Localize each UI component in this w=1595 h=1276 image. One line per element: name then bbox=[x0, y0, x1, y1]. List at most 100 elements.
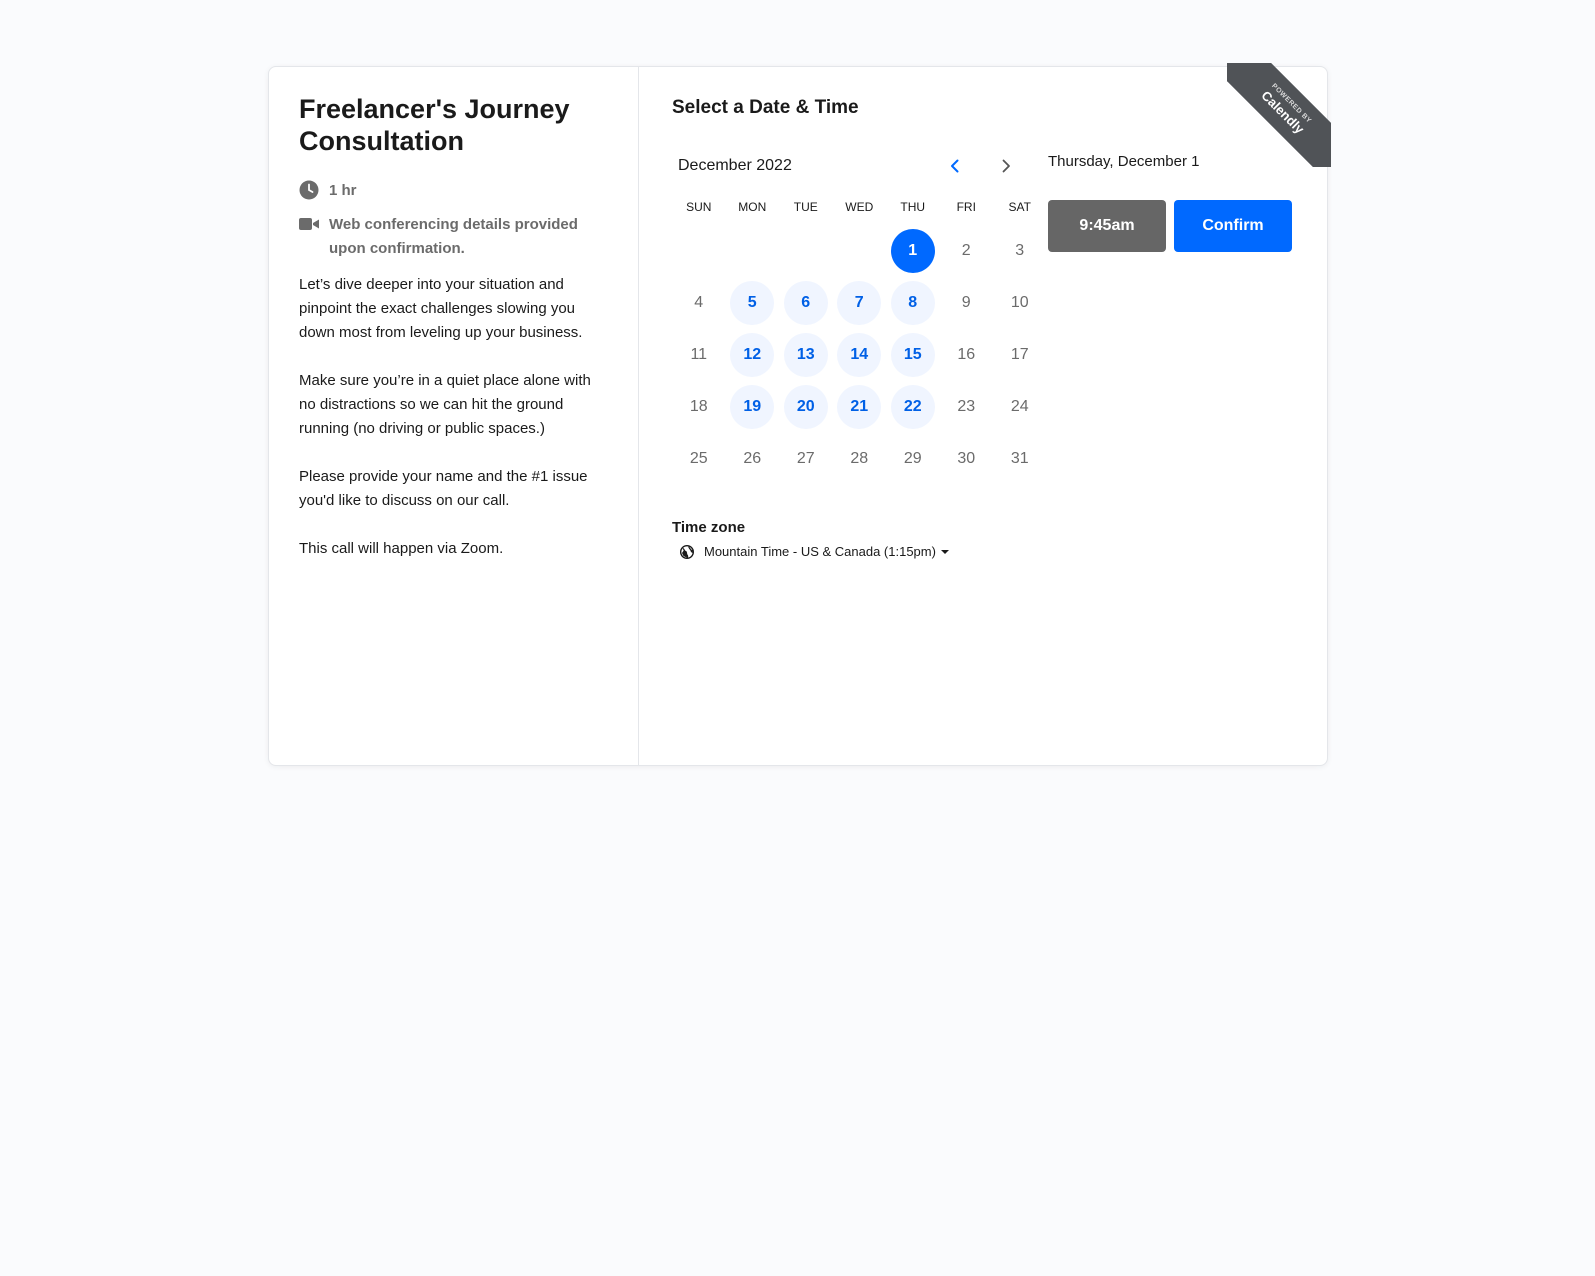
calendar-cell: 17 bbox=[993, 329, 1047, 381]
calendar-day-available[interactable]: 14 bbox=[837, 333, 882, 377]
calendar-day-unavailable: 9 bbox=[961, 294, 971, 311]
calendar: December 2022 SUN MON TUE WED THU FRI SAT 1234… bbox=[672, 157, 1031, 485]
calendar-cell: 10 bbox=[993, 277, 1047, 329]
confirm-button[interactable]: Confirm bbox=[1174, 200, 1292, 252]
calendar-cell: 11 bbox=[672, 329, 726, 381]
calendar-empty-cell bbox=[833, 225, 887, 277]
calendar-cell: 20 bbox=[779, 381, 833, 433]
next-month-button[interactable] bbox=[991, 151, 1021, 181]
calendar-cell: 30 bbox=[940, 433, 994, 485]
calendar-days: 1 2 3 4 5 6 7 8 9 10 11 12 13 14 15 16 17 18 19 20 21 22 23 24 2… bbox=[672, 225, 1029, 485]
booking-card: Freelancer's Journey Consultation 1 hr W… bbox=[268, 63, 1331, 766]
calendar-day-unavailable: 29 bbox=[903, 450, 922, 467]
weekday-header: SUN MON TUE WED THU FRI SAT bbox=[672, 197, 1031, 217]
calendar-day-available[interactable]: 13 bbox=[783, 333, 828, 377]
powered-by-calendly-ribbon[interactable]: POWERED BY Calendly bbox=[1227, 63, 1331, 167]
timezone-value: Mountain Time - US & Canada (1:15pm) bbox=[704, 544, 936, 559]
calendar-cell: 1 bbox=[886, 225, 940, 277]
calendar-day-available[interactable]: 12 bbox=[730, 333, 775, 377]
weekday-label: SUN bbox=[686, 200, 712, 214]
calendar-empty-cell bbox=[672, 225, 726, 277]
calendar-cell: 24 bbox=[993, 381, 1047, 433]
calendar-cell: 29 bbox=[886, 433, 940, 485]
event-description: Let’s dive deeper into your situation an… bbox=[299, 273, 608, 561]
caret-down-icon bbox=[940, 549, 949, 554]
calendar-day-available[interactable]: 22 bbox=[890, 385, 935, 429]
calendar-cell: 28 bbox=[833, 433, 887, 485]
calendar-day-unavailable: 25 bbox=[689, 450, 708, 467]
calendar-cell: 6 bbox=[779, 277, 833, 329]
calendar-cell: 9 bbox=[940, 277, 994, 329]
description-paragraph: Make sure you’re in a quiet place alone … bbox=[299, 372, 591, 437]
calendar-day-unavailable: 17 bbox=[1010, 346, 1029, 363]
calendar-day-available[interactable]: 6 bbox=[783, 281, 828, 325]
calendar-day-unavailable: 16 bbox=[957, 346, 976, 363]
calendar-cell: 8 bbox=[886, 277, 940, 329]
clock-icon bbox=[299, 180, 319, 200]
calendar-day-unavailable: 24 bbox=[1010, 398, 1029, 415]
calendar-cell: 18 bbox=[672, 381, 726, 433]
globe-icon bbox=[680, 544, 694, 559]
calendar-day-selected[interactable]: 1 bbox=[890, 229, 935, 273]
description-paragraph: Please provide your name and the #1 issu… bbox=[299, 468, 588, 509]
time-slot-button[interactable]: 9:45am bbox=[1048, 200, 1166, 252]
calendar-day-unavailable: 4 bbox=[694, 294, 704, 311]
calendar-day-available[interactable]: 20 bbox=[783, 385, 828, 429]
duration-text: 1 hr bbox=[329, 182, 357, 199]
calendar-cell: 2 bbox=[940, 225, 994, 277]
calendar-day-unavailable: 3 bbox=[1015, 242, 1025, 259]
calendar-cell: 13 bbox=[779, 329, 833, 381]
month-label: December 2022 bbox=[678, 157, 792, 174]
calendar-cell: 16 bbox=[940, 329, 994, 381]
calendar-day-unavailable: 26 bbox=[743, 450, 762, 467]
calendar-day-available[interactable]: 7 bbox=[837, 281, 882, 325]
description-paragraph: This call will happen via Zoom. bbox=[299, 540, 504, 557]
chevron-left-icon bbox=[951, 159, 959, 173]
video-camera-icon bbox=[299, 218, 319, 230]
calendar-empty-cell bbox=[779, 225, 833, 277]
calendar-day-unavailable: 10 bbox=[1010, 294, 1029, 311]
timezone-label: Time zone bbox=[672, 519, 746, 536]
calendar-day-available[interactable]: 5 bbox=[730, 281, 775, 325]
weekday-label: MON bbox=[738, 200, 767, 214]
calendar-cell: 25 bbox=[672, 433, 726, 485]
calendar-cell: 5 bbox=[726, 277, 780, 329]
calendar-day-unavailable: 11 bbox=[690, 346, 708, 363]
calendar-day-available[interactable]: 15 bbox=[890, 333, 935, 377]
calendar-cell: 15 bbox=[886, 329, 940, 381]
calendar-day-unavailable: 23 bbox=[957, 398, 976, 415]
event-title: Freelancer's Journey Consultation bbox=[299, 94, 570, 156]
calendar-empty-cell bbox=[726, 225, 780, 277]
calendar-day-available[interactable]: 8 bbox=[890, 281, 935, 325]
calendar-day-available[interactable]: 21 bbox=[837, 385, 882, 429]
calendar-cell: 31 bbox=[993, 433, 1047, 485]
weekday-label: WED bbox=[845, 200, 874, 214]
calendar-day-unavailable: 30 bbox=[957, 450, 976, 467]
ribbon-band: POWERED BY Calendly bbox=[1227, 63, 1331, 167]
time-slots-panel: Thursday, December 1 9:45am Confirm bbox=[1048, 153, 1308, 252]
weekday-label: FRI bbox=[956, 200, 976, 214]
conferencing-row: Web conferencing details provided upon c… bbox=[299, 213, 608, 261]
calendar-cell: 27 bbox=[779, 433, 833, 485]
conferencing-text: Web conferencing details provided upon c… bbox=[329, 216, 578, 257]
calendar-cell: 21 bbox=[833, 381, 887, 433]
calendar-cell: 22 bbox=[886, 381, 940, 433]
calendar-cell: 19 bbox=[726, 381, 780, 433]
previous-month-button[interactable] bbox=[940, 151, 970, 181]
calendar-day-unavailable: 31 bbox=[1010, 450, 1029, 467]
timezone-select[interactable]: Mountain Time - US & Canada (1:15pm) bbox=[672, 544, 950, 559]
time-slot-row: 9:45am Confirm bbox=[1048, 200, 1308, 252]
timezone-section: Time zone Mountain Time - US & Canada (1… bbox=[672, 519, 950, 559]
duration-row: 1 hr bbox=[299, 179, 608, 203]
calendar-cell: 23 bbox=[940, 381, 994, 433]
weekday-label: TUE bbox=[793, 200, 818, 214]
calendar-day-available[interactable]: 19 bbox=[730, 385, 775, 429]
calendar-cell: 14 bbox=[833, 329, 887, 381]
weekday-label: SAT bbox=[1008, 200, 1031, 214]
calendar-day-unavailable: 18 bbox=[689, 398, 708, 415]
chevron-right-icon bbox=[1002, 159, 1010, 173]
calendar-day-unavailable: 27 bbox=[796, 450, 815, 467]
calendar-cell: 26 bbox=[726, 433, 780, 485]
calendar-day-unavailable: 2 bbox=[961, 242, 971, 259]
description-paragraph: Let’s dive deeper into your situation an… bbox=[299, 276, 583, 341]
